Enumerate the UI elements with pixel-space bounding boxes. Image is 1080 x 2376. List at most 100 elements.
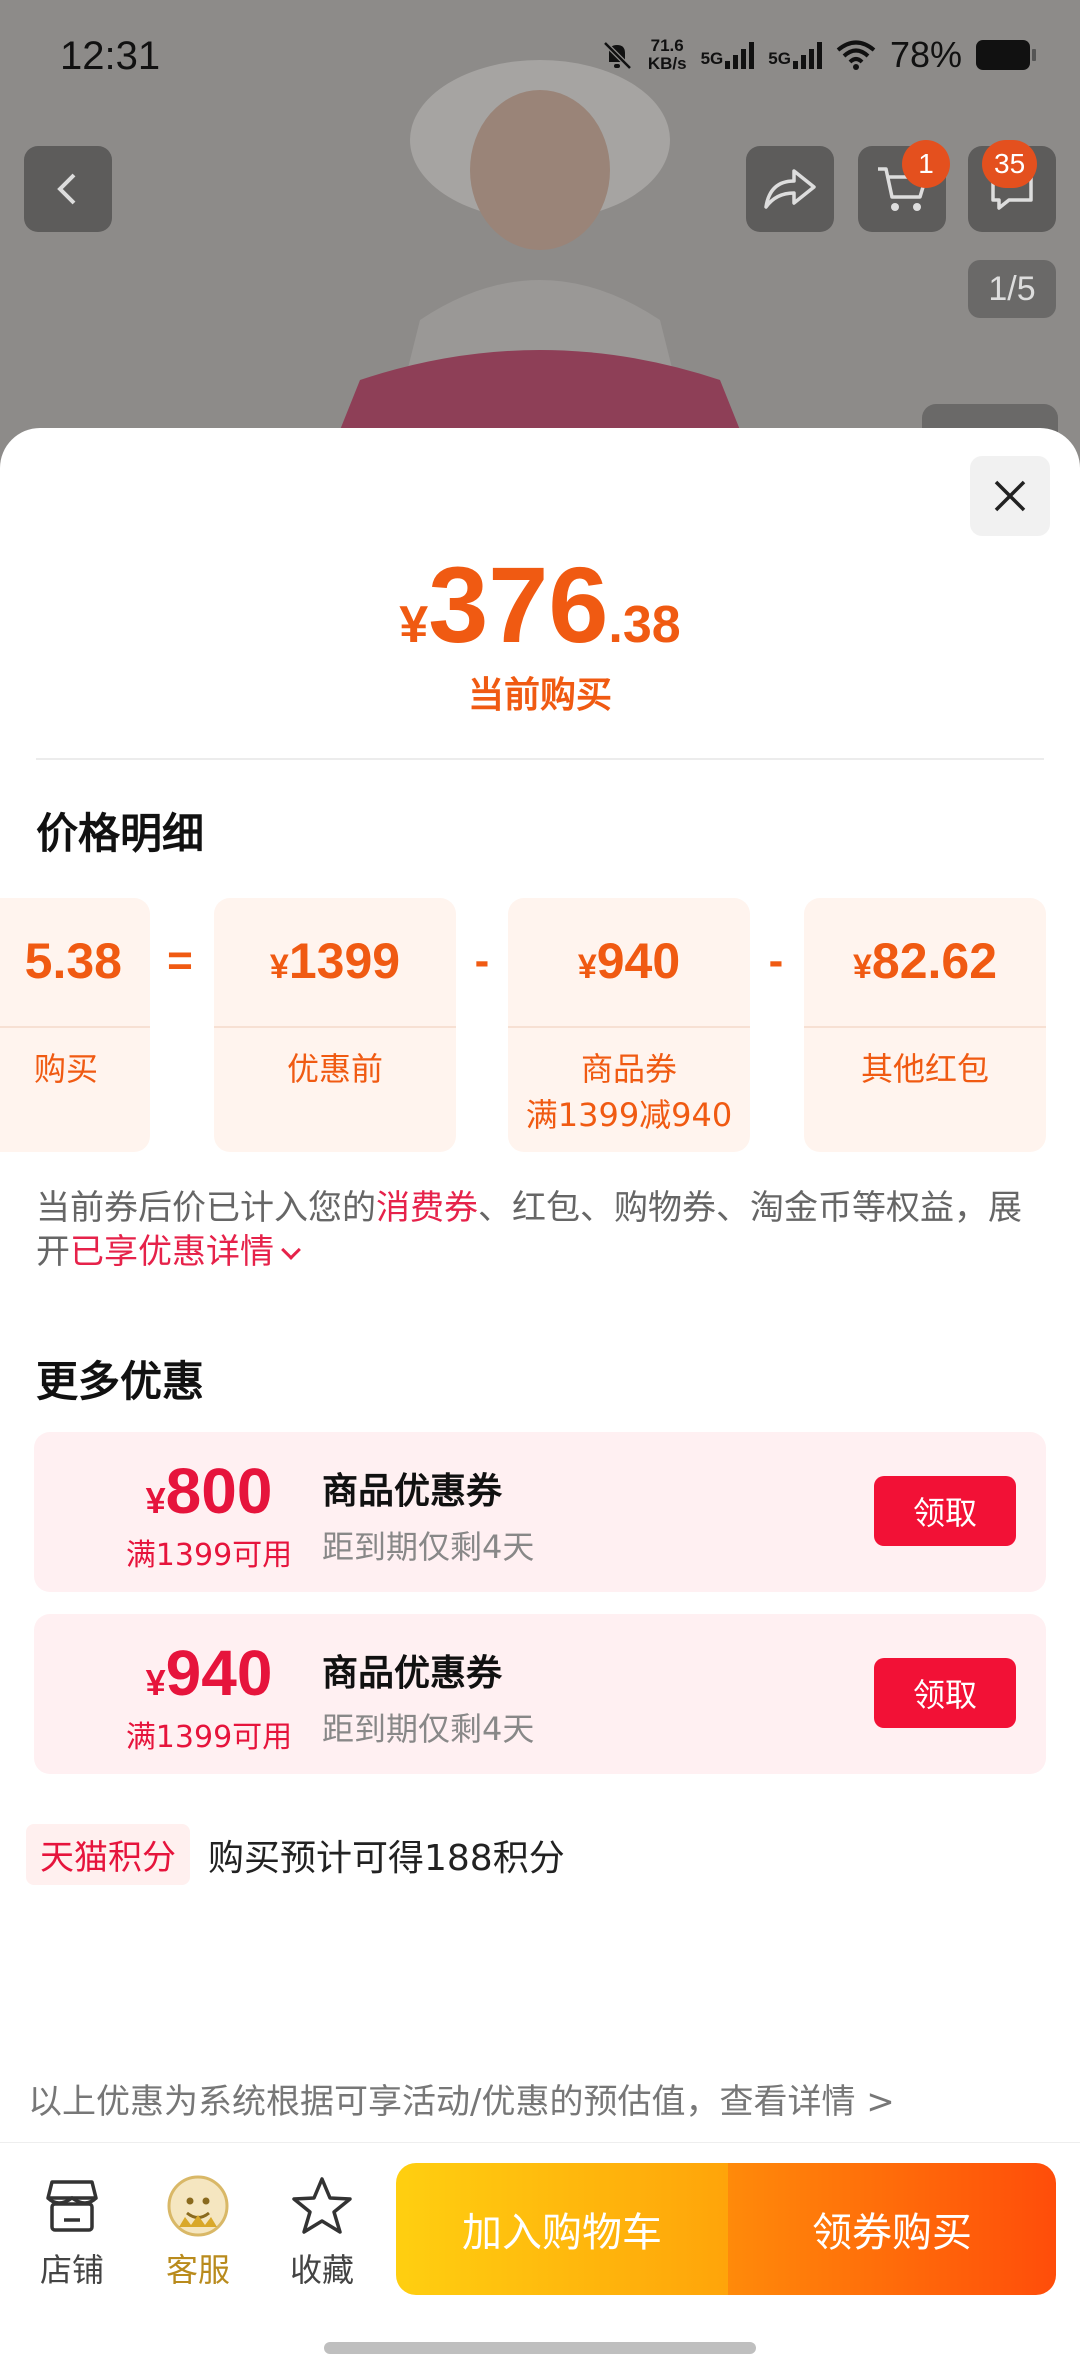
current-price-label: 当前购买 — [467, 675, 612, 716]
calc-divider — [508, 1026, 750, 1028]
price-currency: ¥ — [399, 596, 429, 654]
calc-value: ¥1399 — [214, 932, 456, 990]
share-icon — [764, 169, 816, 209]
tmall-points-row: 天猫积分 购买预计可得188积分 — [26, 1824, 565, 1885]
coupon-condition: 满1399可用 — [125, 1538, 293, 1573]
claim-coupon-button[interactable]: 领取 — [874, 1476, 1016, 1546]
benefit-details-link[interactable]: 已享优惠详情 — [70, 1232, 301, 1272]
status-bar: 12:31 71.6 KB/s 5G 5G 78% — [0, 0, 1080, 110]
calc-value: 5.38 — [0, 932, 150, 990]
price-decimal: .38 — [608, 596, 681, 654]
signal-1: 5G — [701, 41, 755, 69]
store-button[interactable]: 店铺 — [22, 2171, 122, 2291]
calc-label: 购买 — [33, 1050, 98, 1088]
cart-badge: 1 — [902, 140, 950, 188]
favorite-button[interactable]: 收藏 — [272, 2171, 372, 2291]
calc-value: ¥940 — [508, 932, 750, 990]
share-button[interactable] — [746, 146, 834, 232]
signal-1-label: 5G — [700, 49, 724, 68]
coupon-amount: ¥800 — [94, 1454, 324, 1528]
price-calculation-row[interactable]: 5.38 购买 = ¥1399 优惠前 - ¥940 商品券 满1399减940… — [0, 898, 1080, 1152]
store-label: 店铺 — [39, 2251, 104, 2289]
calc-divider — [0, 1026, 150, 1028]
more-offers-title: 更多优惠 — [36, 1357, 205, 1406]
status-time: 12:31 — [60, 34, 161, 78]
calc-label: 其他红包 — [860, 1050, 989, 1088]
customer-service-button[interactable]: 客服 — [148, 2171, 248, 2291]
claim-coupon-button[interactable]: 领取 — [874, 1658, 1016, 1728]
coupon-amount-value: 800 — [165, 1455, 273, 1527]
chevron-down-icon — [281, 1240, 301, 1260]
minus-operator: - — [768, 936, 784, 985]
calc-label-sub: 满1399减940 — [525, 1096, 733, 1134]
calc-currency: ¥ — [852, 948, 872, 986]
message-button[interactable]: 35 — [968, 140, 1056, 232]
battery-icon — [976, 40, 1036, 70]
battery-percent: 78% — [889, 34, 962, 75]
benefit-details-link-label: 已享优惠详情 — [70, 1232, 274, 1272]
customer-service-icon — [167, 2175, 229, 2237]
star-icon — [292, 2177, 352, 2234]
claim-coupon-buy-button[interactable]: 领券购买 — [728, 2163, 1056, 2295]
signal-2-label: 5G — [768, 49, 791, 68]
price-note: 当前券后价已计入您的消费券、红包、购物券、淘金币等权益，展开已享优惠详情 — [36, 1186, 1046, 1274]
favorite-label: 收藏 — [289, 2251, 354, 2289]
calc-currency: ¥ — [269, 948, 289, 986]
image-page-indicator: 1/5 — [968, 260, 1056, 318]
calc-card-current: 5.38 购买 — [0, 898, 150, 1152]
wifi-icon — [836, 40, 876, 70]
back-arrow-icon — [57, 173, 76, 205]
network-speed: 71.6 KB/s — [648, 37, 687, 73]
add-to-cart-button[interactable]: 加入购物车 — [396, 2163, 728, 2295]
calc-divider — [214, 1026, 456, 1028]
calc-label-main: 商品券 — [580, 1050, 677, 1088]
coupon-amount: ¥940 — [94, 1636, 324, 1710]
calc-value-number: 5.38 — [24, 933, 122, 989]
coupon-name: 商品优惠券 — [322, 1653, 503, 1694]
status-icons: 71.6 KB/s 5G 5G 78% — [600, 34, 1036, 76]
message-badge: 35 — [982, 140, 1038, 188]
calc-value-number: 940 — [596, 933, 681, 989]
coupon-currency: ¥ — [145, 1480, 166, 1521]
close-icon — [994, 480, 1026, 512]
equals-operator: = — [167, 936, 193, 985]
network-speed-value: 71.6 — [650, 36, 684, 55]
calc-value-number: 82.62 — [871, 933, 998, 989]
coupon-card: ¥940 满1399可用 商品优惠券 距到期仅剩4天 领取 — [34, 1614, 1046, 1774]
calc-card-original: ¥1399 优惠前 — [214, 898, 456, 1152]
mute-bell-icon — [603, 41, 632, 70]
divider — [36, 758, 1044, 760]
calc-value-number: 1399 — [288, 933, 401, 989]
calc-divider — [804, 1026, 1046, 1028]
tmall-points-text: 购买预计可得188积分 — [208, 1837, 565, 1879]
note-highlight: 消费券 — [376, 1188, 478, 1228]
bottom-action-bar: 店铺 客服 收藏 加入购物车 领券购买 — [0, 2142, 1080, 2295]
coupon-currency: ¥ — [145, 1662, 166, 1703]
network-speed-unit: KB/s — [647, 54, 687, 73]
back-button[interactable] — [24, 146, 112, 232]
coupon-name: 商品优惠券 — [322, 1471, 503, 1512]
coupon-amount-value: 940 — [165, 1637, 273, 1709]
tmall-points-tag: 天猫积分 — [26, 1824, 190, 1885]
home-indicator[interactable] — [324, 2342, 756, 2354]
signal-bars-icon — [725, 41, 755, 69]
price-integer: 376 — [428, 544, 609, 665]
coupon-card: ¥800 满1399可用 商品优惠券 距到期仅剩4天 领取 — [34, 1432, 1046, 1592]
minus-operator: - — [474, 936, 490, 985]
disclaimer-link[interactable]: 以上优惠为系统根据可享活动/优惠的预估值，查看详情 > — [28, 2074, 895, 2123]
coupon-expiry: 距到期仅剩4天 — [322, 1528, 535, 1566]
customer-service-label: 客服 — [165, 2251, 230, 2289]
calc-currency: ¥ — [577, 948, 597, 986]
price-detail-sheet: ¥376.38 当前购买 价格明细 5.38 购买 = ¥1399 优惠前 - … — [0, 428, 1080, 2376]
calc-label: 优惠前 — [286, 1050, 383, 1088]
calc-card-coupon: ¥940 商品券 满1399减940 — [508, 898, 750, 1152]
cart-button[interactable]: 1 — [858, 140, 950, 232]
calc-label: 商品券 满1399减940 — [508, 1046, 750, 1138]
coupon-condition: 满1399可用 — [125, 1720, 293, 1755]
calc-value: ¥82.62 — [804, 932, 1046, 990]
coupon-expiry: 距到期仅剩4天 — [322, 1710, 535, 1748]
current-price: ¥376.38 — [0, 542, 1080, 667]
close-button[interactable] — [970, 456, 1050, 536]
note-text: 当前券后价已计入您的 — [36, 1188, 376, 1228]
signal-bars-icon — [792, 41, 822, 69]
